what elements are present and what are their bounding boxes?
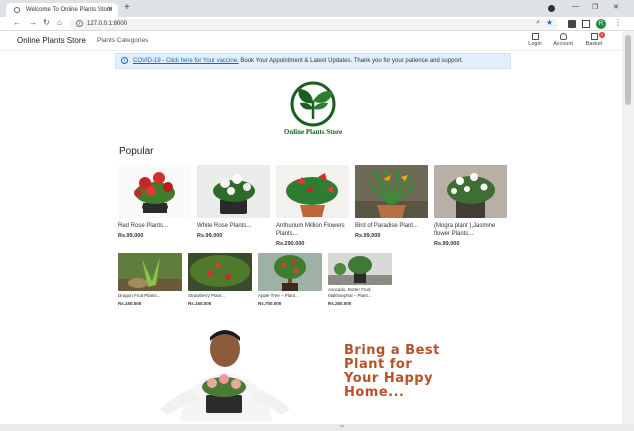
product-card[interactable]: Red Rose Plants... Rs.99.000: [118, 165, 191, 239]
product-price: Rs.150.000: [118, 301, 142, 306]
favicon-icon: [14, 7, 20, 13]
browser-tab[interactable]: Welcome To Online Plants Store ✕: [6, 3, 118, 17]
product-card[interactable]: Bird of Paradise Plant... Rs.99.000: [355, 165, 428, 239]
alert-text: Book Your Appointment & Latest Updates. …: [238, 58, 464, 64]
forward-icon[interactable]: →: [29, 18, 37, 27]
profile-avatar[interactable]: R: [596, 19, 606, 29]
covid-alert: i COVID-19 - Click here for Your vaccine…: [115, 53, 511, 69]
product-name[interactable]: Anthurium Million Flowers Plants...: [276, 222, 349, 238]
plant-logo-icon: [290, 81, 336, 127]
avocado-image: [328, 253, 392, 285]
product-name[interactable]: White Rose Plants...: [197, 222, 270, 230]
apple-tree-image: [258, 253, 322, 291]
anthurium-image: [276, 165, 349, 218]
back-icon[interactable]: ←: [13, 18, 21, 27]
product-name[interactable]: (Mogra plant ),Jasmine flower Plants...: [434, 222, 507, 238]
product-image[interactable]: [276, 165, 349, 218]
account-button[interactable]: Account: [549, 33, 577, 47]
product-card[interactable]: Dragon Fruit Plants... Rs.150.000: [118, 253, 182, 306]
white-rose-image: [197, 165, 270, 218]
logo-text: Online Plants Store: [283, 128, 343, 136]
site-info-icon[interactable]: i: [76, 20, 83, 27]
site-brand[interactable]: Online Plants Store: [17, 36, 86, 45]
product-price: Rs.99.000: [355, 233, 381, 239]
url-text: 127.0.0.1:8000: [87, 21, 128, 27]
basket-icon: [590, 33, 598, 40]
hero-tagline: Bring a Best Plant for Your Happy Home..…: [344, 343, 440, 400]
login-icon: [531, 33, 539, 40]
product-card[interactable]: Avocado, Butter Fruit, Makhanphal – Plan…: [328, 253, 392, 306]
product-card[interactable]: (Mogra plant ),Jasmine flower Plants... …: [434, 165, 507, 247]
page-scrollbar[interactable]: [622, 31, 634, 424]
strawberry-image: [188, 253, 252, 291]
product-card[interactable]: White Rose Plants... Rs.99.000: [197, 165, 270, 239]
product-price: Rs.99.000: [197, 233, 223, 239]
product-image[interactable]: [328, 253, 392, 285]
login-label: Login: [528, 41, 542, 47]
account-label: Account: [553, 41, 573, 47]
product-name[interactable]: Red Rose Plants...: [118, 222, 191, 230]
browser-window: Welcome To Online Plants Store ✕ + — ❐ ✕…: [0, 0, 634, 431]
bird-of-paradise-image: [355, 165, 428, 218]
browser-menu-icon[interactable]: ⋮: [614, 18, 622, 27]
bookmark-star-icon[interactable]: ★: [546, 18, 553, 27]
extension-icon[interactable]: [568, 20, 576, 28]
product-image[interactable]: [258, 253, 322, 291]
tab-search-icon[interactable]: [582, 20, 590, 28]
tab-title: Welcome To Online Plants Store: [26, 7, 113, 13]
reload-icon[interactable]: ↻: [43, 18, 50, 27]
product-name[interactable]: Avocado, Butter Fruit, Makhanphal – Plan…: [328, 287, 392, 299]
page-content: Online Plants Store Plants Categories Lo…: [0, 31, 622, 424]
store-logo[interactable]: Online Plants Store: [271, 81, 355, 139]
covid-vaccine-link[interactable]: COVID-19 - Click here for Your vaccine.: [133, 58, 239, 64]
product-price: Rs.150.000: [188, 301, 212, 306]
product-name[interactable]: Strawberry Plant...: [188, 293, 252, 299]
product-image[interactable]: [197, 165, 270, 218]
product-name[interactable]: Bird of Paradise Plant...: [355, 222, 428, 230]
browser-toolbar: ← → ↻ ⌂ i 127.0.0.1:8000 ⌕ ★ R ⋮: [0, 17, 634, 31]
window-bottom-edge: ═: [0, 424, 634, 431]
product-card[interactable]: Strawberry Plant... Rs.150.000: [188, 253, 252, 306]
product-price: Rs.99.000: [434, 241, 460, 247]
product-name[interactable]: Dragon Fruit Plants...: [118, 293, 182, 299]
person-holding-plant-image: [160, 330, 290, 421]
product-image[interactable]: [355, 165, 428, 218]
product-price: Rs.290.000: [276, 241, 305, 247]
login-button[interactable]: Login: [521, 33, 549, 47]
media-control-icon[interactable]: [548, 5, 555, 12]
hero-image: [150, 329, 300, 421]
user-icon: [559, 33, 567, 40]
product-image[interactable]: [118, 253, 182, 291]
maximize-icon[interactable]: ❐: [592, 3, 598, 11]
product-image[interactable]: [118, 165, 191, 218]
dragon-fruit-image: [118, 253, 182, 291]
scrollbar-thumb[interactable]: [625, 35, 631, 105]
product-image[interactable]: [188, 253, 252, 291]
product-name[interactable]: Apple Tree – Plant...: [258, 293, 322, 299]
minimize-icon[interactable]: —: [572, 3, 579, 10]
product-card[interactable]: Anthurium Million Flowers Plants... Rs.2…: [276, 165, 349, 247]
basket-button[interactable]: Basket 0: [580, 32, 608, 47]
jasmine-image: [434, 165, 507, 218]
basket-count-badge: 0: [599, 32, 605, 38]
product-card[interactable]: Apple Tree – Plant... Rs.700.000: [258, 253, 322, 306]
tab-strip: Welcome To Online Plants Store ✕ + — ❐ ✕: [0, 0, 634, 17]
plants-categories-link[interactable]: Plants Categories: [97, 37, 148, 44]
close-window-icon[interactable]: ✕: [613, 3, 619, 11]
address-bar[interactable]: i 127.0.0.1:8000 ⌕ ★: [70, 18, 558, 30]
product-price: Rs.250.000: [328, 301, 352, 306]
home-icon[interactable]: ⌂: [57, 18, 62, 27]
close-tab-icon[interactable]: ✕: [107, 3, 113, 17]
site-navbar: Online Plants Store Plants Categories Lo…: [0, 31, 622, 51]
search-icon[interactable]: ⌕: [536, 19, 540, 27]
info-icon: i: [121, 57, 128, 64]
product-price: Rs.99.000: [118, 233, 144, 239]
red-rose-image: [118, 165, 191, 218]
product-price: Rs.700.000: [258, 301, 282, 306]
product-image[interactable]: [434, 165, 507, 218]
popular-heading: Popular: [119, 146, 154, 157]
resize-grip-icon[interactable]: ═: [340, 424, 344, 430]
new-tab-icon[interactable]: +: [124, 2, 130, 13]
basket-label: Basket: [585, 41, 603, 47]
